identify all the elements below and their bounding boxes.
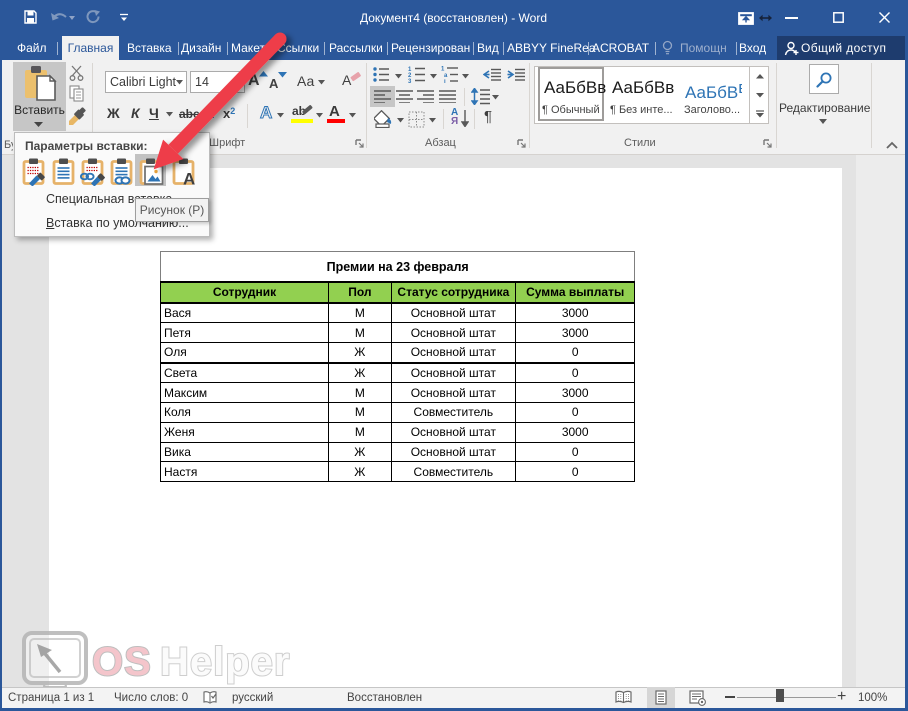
svg-text:3: 3 (408, 79, 412, 83)
svg-text:i: i (444, 80, 446, 84)
svg-text:1: 1 (441, 67, 445, 73)
svg-text:OS: OS (92, 640, 152, 684)
svg-text:Helper: Helper (160, 640, 291, 684)
svg-text:a: a (444, 73, 448, 79)
